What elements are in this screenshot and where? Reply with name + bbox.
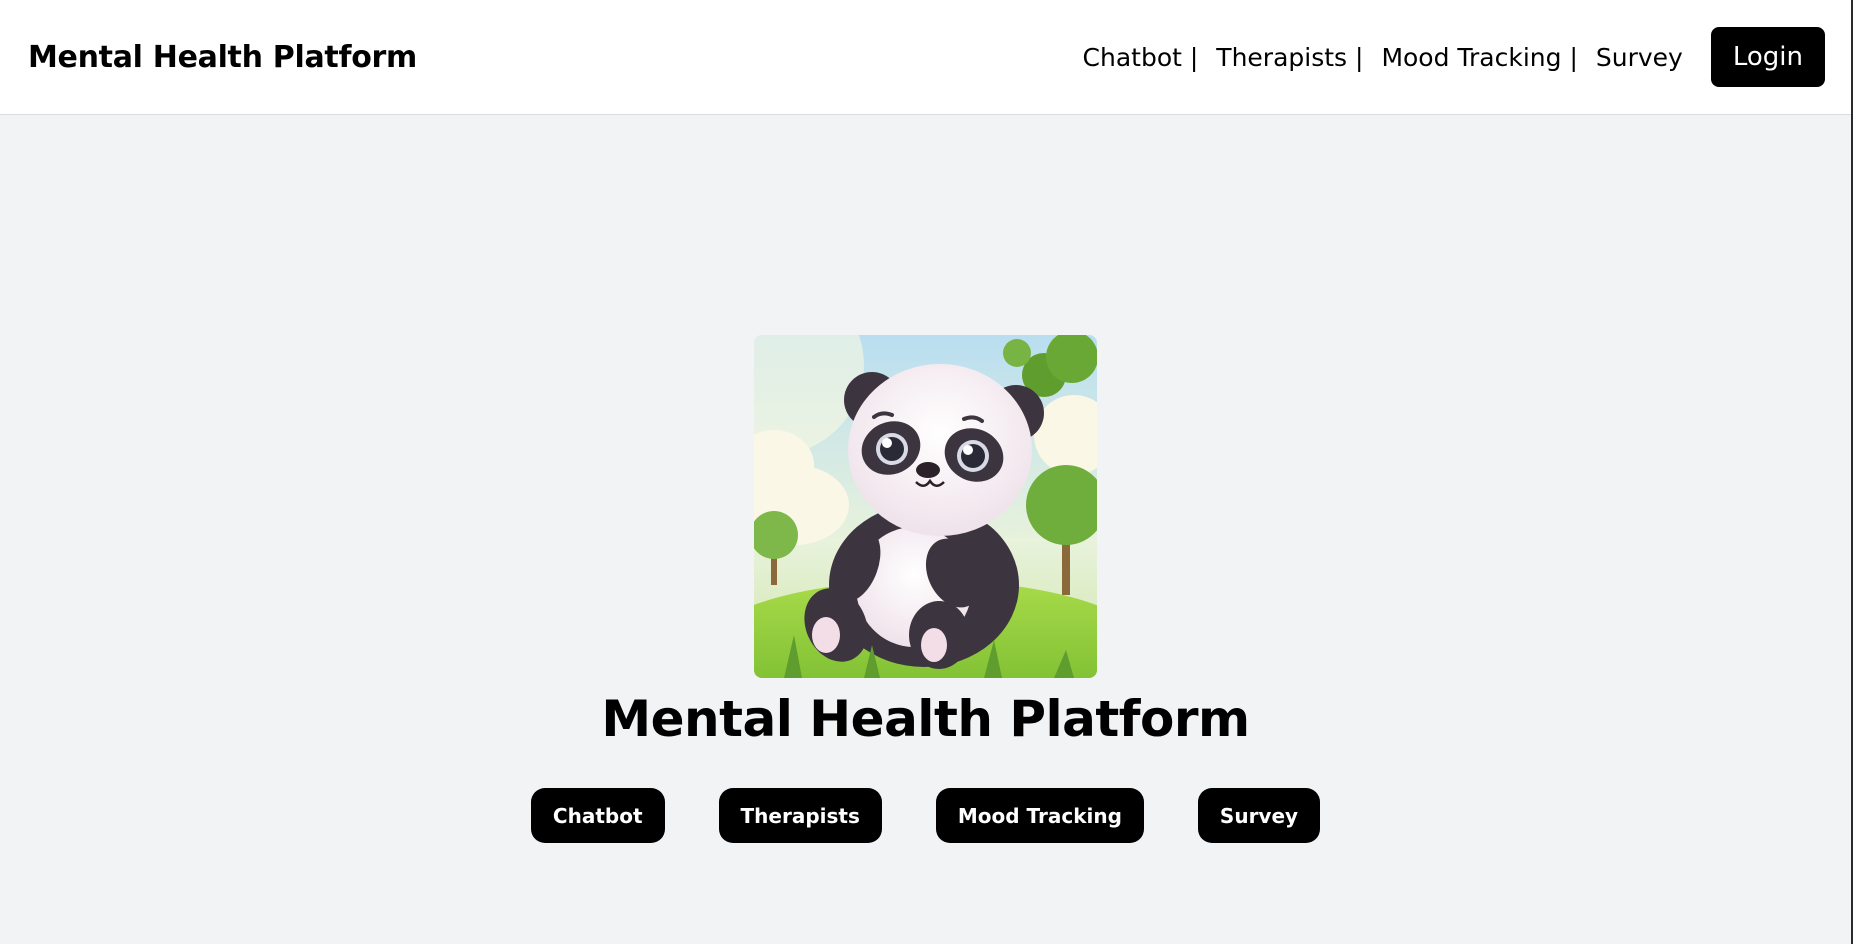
panda-illustration-icon xyxy=(754,335,1097,678)
login-button[interactable]: Login xyxy=(1710,27,1825,87)
hero-section: Mental Health Platform Chatbot Therapist… xyxy=(0,115,1851,944)
brand-title[interactable]: Mental Health Platform xyxy=(28,40,417,75)
nav-survey[interactable]: Survey xyxy=(1596,43,1683,72)
hero-title: Mental Health Platform xyxy=(601,690,1250,748)
hero-action-buttons: Chatbot Therapists Mood Tracking Survey xyxy=(0,788,1851,843)
nav-therapists[interactable]: Therapists | xyxy=(1216,43,1363,72)
therapists-button[interactable]: Therapists xyxy=(718,788,882,843)
chatbot-button[interactable]: Chatbot xyxy=(530,788,665,843)
main-nav: Chatbot | Therapists | Mood Tracking | S… xyxy=(1065,27,1825,87)
top-navbar: Mental Health Platform Chatbot | Therapi… xyxy=(0,0,1853,115)
mood-tracking-button[interactable]: Mood Tracking xyxy=(935,788,1144,843)
nav-mood-tracking[interactable]: Mood Tracking | xyxy=(1381,43,1577,72)
panda-illustration xyxy=(754,335,1097,678)
survey-button[interactable]: Survey xyxy=(1197,788,1321,843)
nav-chatbot[interactable]: Chatbot | xyxy=(1083,43,1199,72)
